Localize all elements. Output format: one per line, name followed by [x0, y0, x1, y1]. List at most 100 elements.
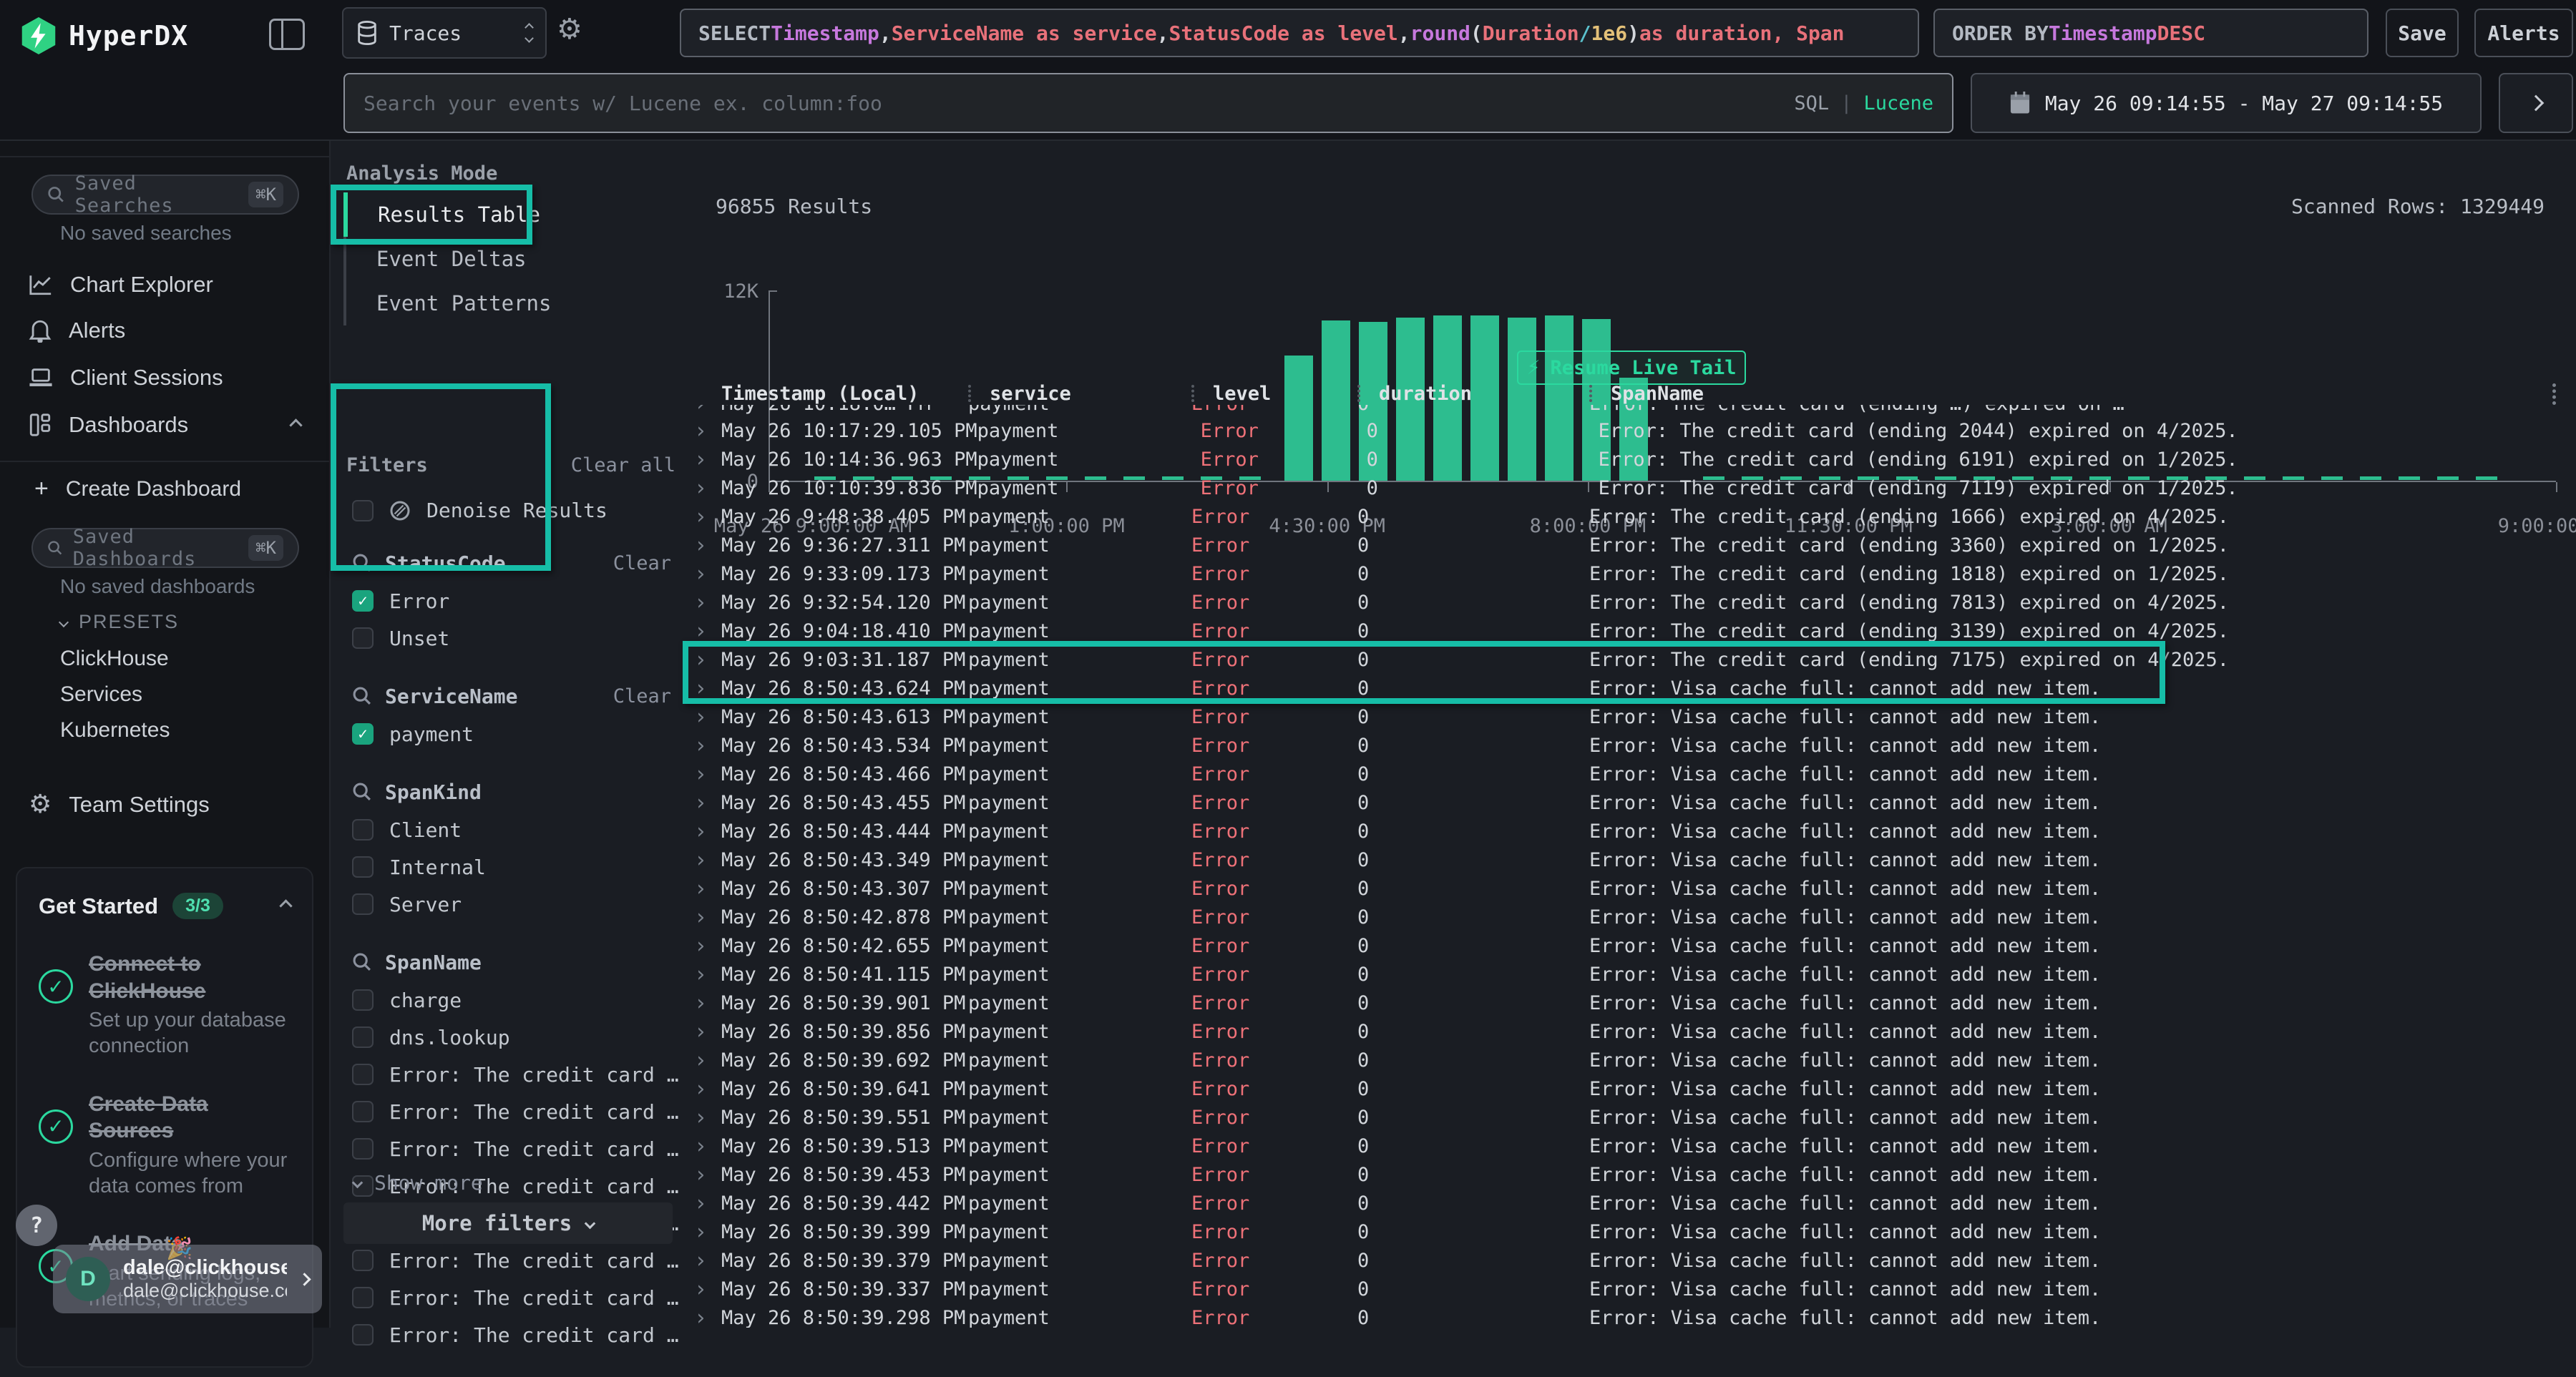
- table-row[interactable]: ›May 26 8:50:43.613 PMpaymentError0Error…: [688, 702, 2570, 731]
- source-settings-gear-icon[interactable]: ⚙: [557, 13, 582, 46]
- table-row[interactable]: ›May 26 8:50:39.513 PMpaymentError0Error…: [688, 1132, 2570, 1160]
- row-expand-chevron-icon[interactable]: ›: [688, 1077, 721, 1102]
- row-expand-chevron-icon[interactable]: ›: [688, 619, 721, 644]
- checkbox-unchecked[interactable]: [352, 1026, 374, 1048]
- row-expand-chevron-icon[interactable]: ›: [688, 1191, 721, 1216]
- sidebar-item-dashboards[interactable]: Dashboards: [0, 412, 329, 438]
- checkbox-unchecked[interactable]: [352, 989, 374, 1011]
- table-options-kebab-icon[interactable]: [2552, 383, 2556, 405]
- table-row[interactable]: ›May 26 10:18:0… PMpaymentError0Error: T…: [688, 405, 2570, 416]
- source-select[interactable]: Traces: [342, 7, 547, 59]
- row-expand-chevron-icon[interactable]: ›: [688, 790, 721, 815]
- show-more-link[interactable]: Show more: [353, 1171, 483, 1195]
- table-row[interactable]: ›May 26 8:50:41.115 PMpaymentError0Error…: [688, 960, 2570, 989]
- filter-option[interactable]: Client: [352, 815, 675, 845]
- sidebar-item-client-sessions[interactable]: Client Sessions: [0, 365, 329, 391]
- filter-option[interactable]: Internal: [352, 852, 675, 882]
- table-row[interactable]: ›May 26 9:48:38.405 PMpaymentError0Error…: [688, 502, 2570, 531]
- filter-option[interactable]: Error: The credit card …: [352, 1097, 675, 1127]
- row-expand-chevron-icon[interactable]: ›: [688, 1019, 721, 1044]
- table-row[interactable]: ›May 26 8:50:43.455 PMpaymentError0Error…: [688, 788, 2570, 817]
- row-expand-chevron-icon[interactable]: ›: [688, 733, 721, 758]
- col-timestamp[interactable]: Timestamp (Local): [721, 383, 968, 405]
- row-expand-chevron-icon[interactable]: ›: [688, 405, 721, 416]
- filter-option[interactable]: ✓payment: [352, 719, 675, 749]
- filter-option[interactable]: Server: [352, 889, 675, 919]
- column-resize-handle[interactable]: [1191, 385, 1194, 402]
- table-row[interactable]: ›May 26 8:50:43.466 PMpaymentError0Error…: [688, 760, 2570, 788]
- filter-option[interactable]: Unset: [352, 623, 675, 653]
- table-row[interactable]: ›May 26 8:50:39.399 PMpaymentError0Error…: [688, 1217, 2570, 1246]
- checkbox-unchecked[interactable]: [352, 856, 374, 878]
- table-row[interactable]: ›May 26 8:50:39.856 PMpaymentError0Error…: [688, 1017, 2570, 1046]
- row-expand-chevron-icon[interactable]: ›: [688, 819, 721, 844]
- table-row[interactable]: ›May 26 8:50:42.655 PMpaymentError0Error…: [688, 931, 2570, 960]
- resume-live-tail-button[interactable]: ⚡ Resume Live Tail: [1517, 351, 1746, 385]
- checkbox-unchecked[interactable]: [352, 1287, 374, 1308]
- column-resize-handle[interactable]: [1357, 385, 1360, 402]
- row-expand-chevron-icon[interactable]: ›: [688, 1105, 721, 1130]
- row-expand-chevron-icon[interactable]: ›: [688, 533, 721, 558]
- checkbox-unchecked[interactable]: [352, 1064, 374, 1085]
- get-started-header[interactable]: Get Started 3/3: [39, 893, 291, 919]
- get-started-step[interactable]: ✓ Create Data Sources Configure where yo…: [39, 1091, 291, 1200]
- collapse-get-started-chevron-icon[interactable]: [279, 899, 292, 912]
- help-button[interactable]: ?: [16, 1205, 57, 1246]
- table-row[interactable]: ›May 26 8:50:39.901 PMpaymentError0Error…: [688, 989, 2570, 1017]
- table-row[interactable]: ›May 26 10:17:29.105 PMpaymentError0Erro…: [688, 416, 2570, 445]
- row-expand-chevron-icon[interactable]: ›: [688, 1048, 721, 1073]
- row-expand-chevron-icon[interactable]: ›: [688, 705, 721, 730]
- preset-clickhouse[interactable]: ClickHouse: [60, 647, 169, 671]
- saved-searches-input[interactable]: Saved Searches ⌘K: [31, 175, 299, 215]
- app-logo[interactable]: HyperDX: [21, 17, 188, 54]
- checkbox-unchecked[interactable]: [352, 1250, 374, 1271]
- row-expand-chevron-icon[interactable]: ›: [688, 1134, 721, 1159]
- row-expand-chevron-icon[interactable]: ›: [688, 447, 721, 472]
- row-expand-chevron-icon[interactable]: ›: [688, 1162, 721, 1187]
- table-row[interactable]: ›May 26 9:32:54.120 PMpaymentError0Error…: [688, 588, 2570, 617]
- row-expand-chevron-icon[interactable]: ›: [688, 1277, 721, 1302]
- row-expand-chevron-icon[interactable]: ›: [688, 876, 721, 901]
- checkbox-unchecked[interactable]: [352, 1101, 374, 1122]
- col-duration[interactable]: duration: [1357, 383, 1589, 405]
- presets-section[interactable]: PRESETS: [60, 611, 179, 633]
- mode-event-patterns[interactable]: Event Patterns: [343, 281, 551, 325]
- filter-option[interactable]: Error: The credit card …: [352, 1134, 675, 1164]
- row-expand-chevron-icon[interactable]: ›: [688, 562, 721, 587]
- table-row[interactable]: ›May 26 8:50:43.534 PMpaymentError0Error…: [688, 731, 2570, 760]
- search-input[interactable]: [364, 92, 1794, 115]
- run-query-button[interactable]: [2499, 73, 2573, 133]
- row-expand-chevron-icon[interactable]: ›: [688, 476, 721, 501]
- checkbox-unchecked[interactable]: [352, 893, 374, 915]
- row-expand-chevron-icon[interactable]: ›: [688, 1248, 721, 1273]
- date-range-picker[interactable]: May 26 09:14:55 - May 27 09:14:55: [1971, 73, 2482, 133]
- save-button[interactable]: Save: [2386, 9, 2459, 57]
- more-filters-button[interactable]: More filters: [343, 1202, 673, 1244]
- table-row[interactable]: ›May 26 10:14:36.963 PMpaymentError0Erro…: [688, 445, 2570, 474]
- get-started-step[interactable]: ✓ Connect to ClickHouse Set up your data…: [39, 951, 291, 1059]
- table-row[interactable]: ›May 26 8:50:43.444 PMpaymentError0Error…: [688, 817, 2570, 846]
- checkbox-checked[interactable]: ✓: [352, 590, 374, 612]
- clear-all-link[interactable]: Clear all: [571, 454, 675, 476]
- table-row[interactable]: ›May 26 8:50:39.337 PMpaymentError0Error…: [688, 1275, 2570, 1303]
- filter-option[interactable]: dns.lookup: [352, 1022, 675, 1052]
- table-row[interactable]: ›May 26 8:50:39.551 PMpaymentError0Error…: [688, 1103, 2570, 1132]
- table-row[interactable]: ›May 26 8:50:39.298 PMpaymentError0Error…: [688, 1303, 2570, 1328]
- table-row[interactable]: ›May 26 9:36:27.311 PMpaymentError0Error…: [688, 531, 2570, 559]
- query-language-toggle[interactable]: SQL | Lucene: [1794, 92, 1933, 114]
- sidebar-collapse-icon[interactable]: [269, 19, 305, 50]
- toggle-sql[interactable]: SQL: [1794, 92, 1829, 114]
- row-expand-chevron-icon[interactable]: ›: [688, 418, 721, 444]
- column-resize-handle[interactable]: [1589, 385, 1592, 402]
- row-expand-chevron-icon[interactable]: ›: [688, 962, 721, 987]
- create-dashboard-button[interactable]: + Create Dashboard: [0, 475, 329, 503]
- checkbox-checked[interactable]: ✓: [352, 723, 374, 745]
- table-row[interactable]: ›May 26 8:50:39.641 PMpaymentError0Error…: [688, 1074, 2570, 1103]
- col-level[interactable]: level: [1191, 383, 1357, 405]
- filter-option[interactable]: Error: The credit card …: [352, 1059, 675, 1089]
- sql-select-input[interactable]: SELECT Timestamp, ServiceName as service…: [680, 9, 1919, 57]
- alerts-button[interactable]: Alerts: [2474, 9, 2573, 57]
- column-resize-handle[interactable]: [968, 385, 971, 402]
- row-expand-chevron-icon[interactable]: ›: [688, 933, 721, 959]
- preset-kubernetes[interactable]: Kubernetes: [60, 718, 170, 743]
